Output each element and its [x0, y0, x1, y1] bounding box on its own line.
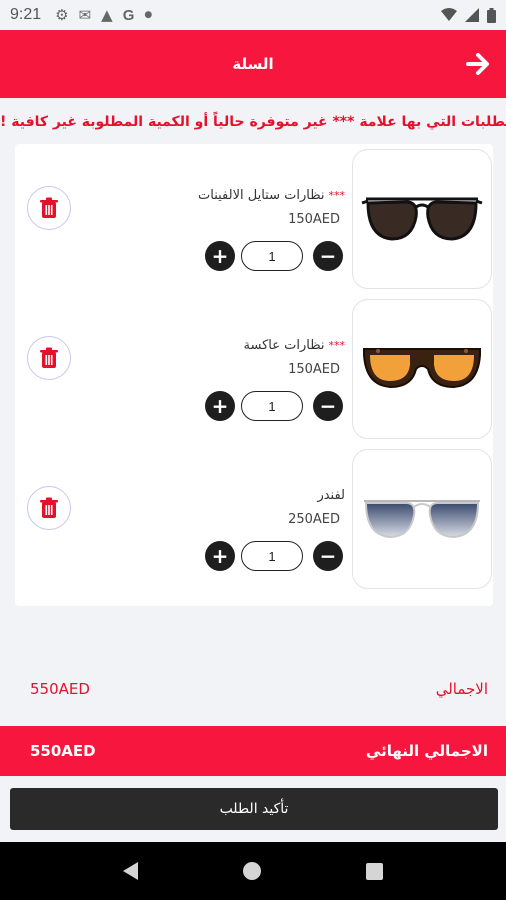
trash-icon	[39, 497, 59, 519]
plus-icon: +	[211, 244, 229, 268]
final-total-value: 550AED	[30, 742, 96, 760]
delete-item-button[interactable]	[27, 186, 71, 230]
product-price: 150AED	[288, 362, 340, 377]
system-nav-bar	[0, 842, 506, 900]
status-time: 9:21	[10, 6, 42, 23]
product-price: 150AED	[288, 212, 340, 227]
subtotal-label: الاجمالي	[435, 680, 488, 698]
increase-quantity-button[interactable]: +	[205, 391, 235, 421]
google-icon: G	[122, 6, 135, 24]
page-title: السلة	[232, 55, 274, 73]
product-name-text: نظارات عاكسة	[243, 338, 325, 353]
increase-quantity-button[interactable]: +	[205, 541, 235, 571]
product-image[interactable]	[352, 299, 492, 439]
settings-icon: ⚙	[55, 6, 69, 24]
unavailable-marker: ***	[328, 339, 346, 352]
decrease-quantity-button[interactable]: −	[313, 241, 343, 271]
increase-quantity-button[interactable]: +	[205, 241, 235, 271]
plus-icon: +	[211, 544, 229, 568]
unavailable-marker: ***	[328, 189, 346, 202]
nav-home-icon[interactable]	[242, 862, 261, 880]
dot-icon: ●	[144, 10, 153, 20]
signal-icon	[465, 8, 479, 22]
trash-icon	[39, 347, 59, 369]
delete-item-button[interactable]	[27, 336, 71, 380]
battery-icon	[487, 7, 496, 23]
status-bar: 9:21 ⚙ ✉ ▲ G ●	[0, 0, 506, 30]
quantity-field[interactable]: 1	[241, 541, 303, 571]
quantity-field[interactable]: 1	[241, 391, 303, 421]
trash-icon	[39, 197, 59, 219]
drive-icon: ▲	[101, 6, 113, 24]
app-bar: السلة	[0, 30, 506, 98]
nav-back-icon[interactable]	[122, 862, 138, 880]
final-total-row: 550AED الاجمالي النهائي	[0, 726, 506, 776]
confirm-order-button[interactable]: تأكيد الطلب	[10, 788, 498, 830]
final-total-label: الاجمالي النهائي	[365, 742, 488, 760]
subtotal-value: 550AED	[30, 680, 90, 698]
minus-icon: −	[319, 544, 337, 568]
product-price: 250AED	[288, 512, 340, 527]
availability-notice: الطلبات التي بها علامة *** غير متوفرة حا…	[0, 114, 506, 130]
minus-icon: −	[319, 394, 337, 418]
gmail-icon: ✉	[78, 6, 92, 24]
product-image[interactable]	[352, 449, 492, 589]
cart-list: ***نظارات ستايل الالفينات 150AED −1 + ***نظا…	[15, 144, 493, 606]
minus-icon: −	[319, 244, 337, 268]
cart-item: ***نظارات عاكسة 150AED −1 +	[15, 294, 493, 444]
product-name-text: نظارات ستايل الالفينات	[198, 188, 325, 203]
subtotal-row: 550AED الاجمالي	[0, 666, 506, 712]
product-name: لفندر	[317, 488, 345, 503]
decrease-quantity-button[interactable]: −	[313, 391, 343, 421]
plus-icon: +	[211, 394, 229, 418]
wifi-icon	[441, 8, 457, 21]
arrow-right-icon[interactable]	[464, 50, 492, 78]
quantity-field[interactable]: 1	[241, 241, 303, 271]
product-image[interactable]	[352, 149, 492, 289]
nav-recents-icon[interactable]	[366, 862, 384, 880]
confirm-area: تأكيد الطلب	[0, 776, 506, 842]
cart-item: ***نظارات ستايل الالفينات 150AED −1 +	[15, 144, 493, 294]
cart-item: لفندر 250AED −1 +	[15, 444, 493, 594]
product-name: ***نظارات عاكسة	[244, 338, 345, 353]
product-name-text: لفندر	[317, 488, 345, 503]
delete-item-button[interactable]	[27, 486, 71, 530]
product-name: ***نظارات ستايل الالفينات	[198, 188, 345, 203]
decrease-quantity-button[interactable]: −	[313, 541, 343, 571]
